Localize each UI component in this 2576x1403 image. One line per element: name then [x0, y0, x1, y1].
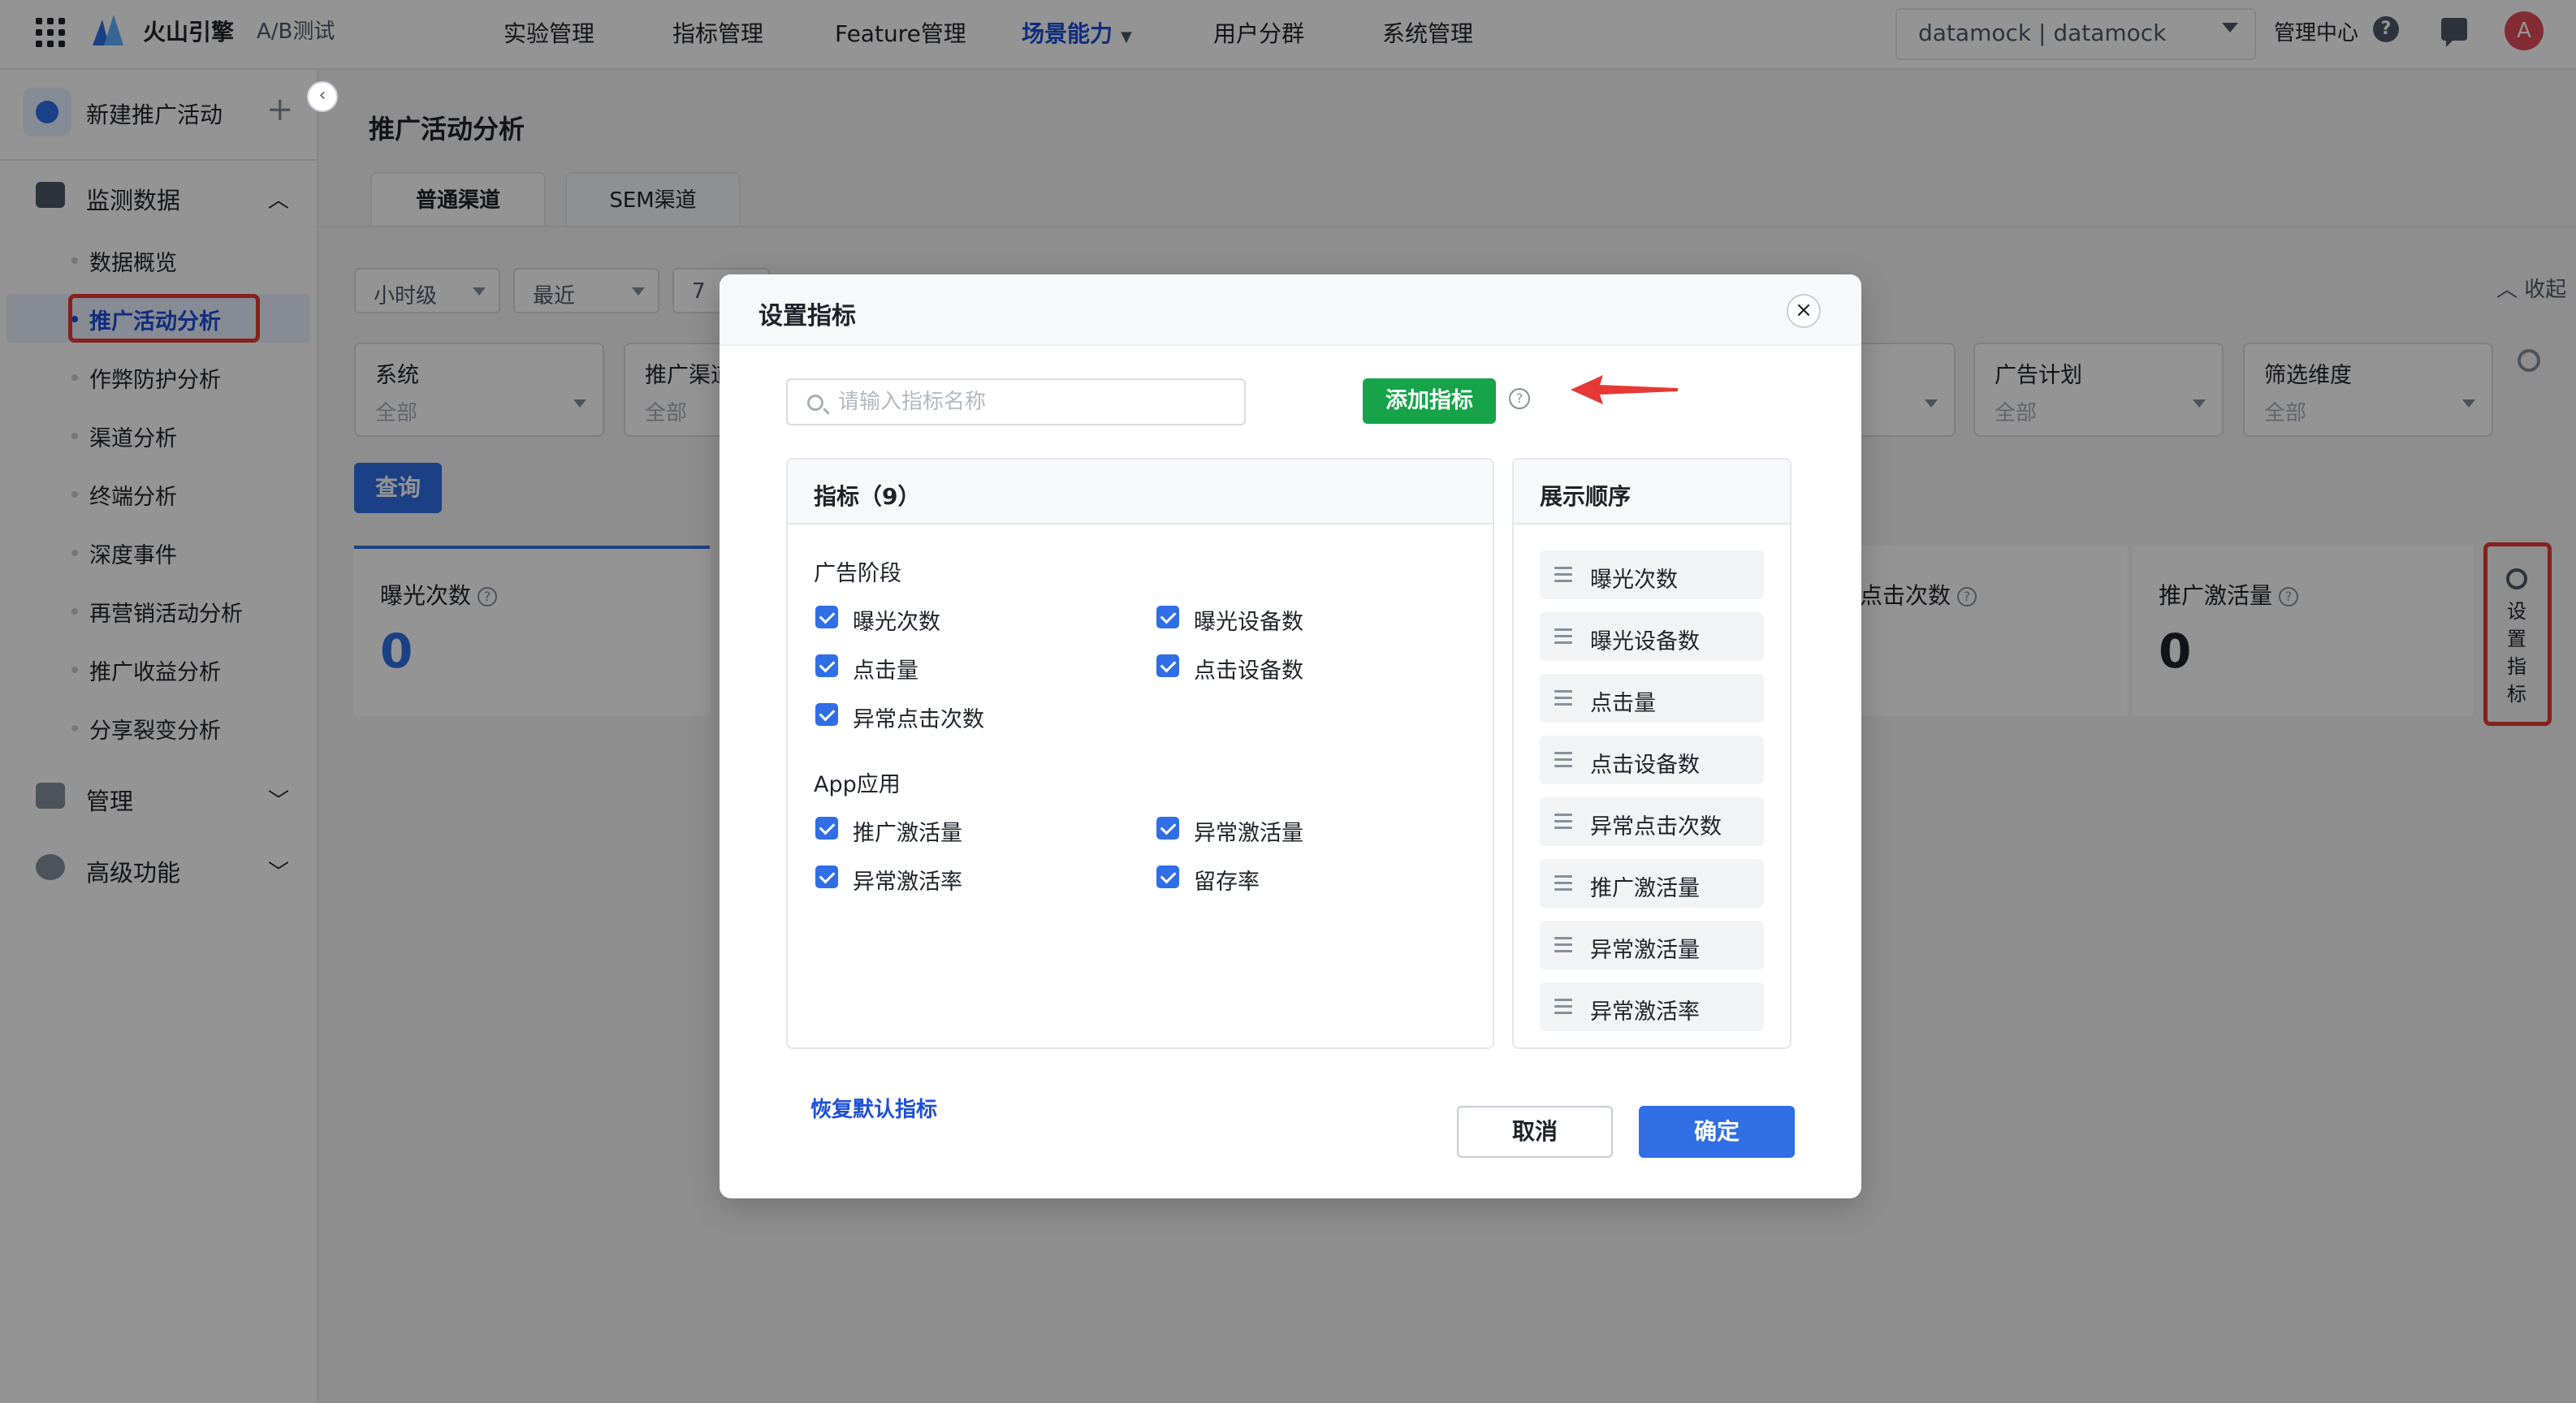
checkbox-checked-icon: [815, 654, 838, 677]
help-icon[interactable]: ?: [1509, 388, 1530, 409]
add-metric-button[interactable]: 添加指标: [1363, 378, 1496, 424]
order-item[interactable]: 曝光次数: [1540, 550, 1764, 599]
checkbox-label: 异常点击次数: [853, 707, 984, 732]
drag-handle-icon[interactable]: [1554, 999, 1572, 1014]
drag-handle-icon[interactable]: [1554, 628, 1572, 644]
sidebar-collapse-button[interactable]: ‹: [307, 81, 338, 112]
drag-handle-icon[interactable]: [1554, 937, 1572, 952]
order-item[interactable]: 点击量: [1540, 674, 1764, 723]
search-icon: [807, 395, 823, 411]
checkbox-label: 曝光设备数: [1194, 610, 1303, 635]
metrics-panel-header: 指标（9）: [788, 460, 1493, 525]
order-label: 点击设备数: [1590, 753, 1700, 778]
metric-search-box[interactable]: [786, 378, 1246, 425]
order-label: 曝光设备数: [1590, 629, 1700, 654]
close-icon[interactable]: ×: [1787, 294, 1821, 328]
dialog-title: 设置指标: [759, 302, 856, 330]
order-label: 曝光次数: [1590, 568, 1678, 593]
order-item[interactable]: 异常点击次数: [1540, 797, 1764, 846]
metrics-panel: 指标（9） 广告阶段 曝光次数 曝光设备数 点击量 点击设备数 异常点击次数 A…: [786, 458, 1494, 1049]
order-item[interactable]: 异常激活量: [1540, 921, 1764, 969]
checkbox-label: 点击设备数: [1194, 658, 1303, 684]
display-order-panel: 展示顺序 曝光次数 曝光设备数 点击量 点击设备数 异常点击次数 推广激活量 异…: [1512, 458, 1792, 1049]
order-label: 异常激活量: [1590, 938, 1700, 963]
checkbox-checked-icon: [815, 703, 838, 726]
checkbox-label: 异常激活量: [1194, 821, 1303, 846]
cancel-button[interactable]: 取消: [1457, 1106, 1613, 1158]
confirm-button[interactable]: 确定: [1639, 1106, 1795, 1158]
red-arrow-icon: [1571, 375, 1678, 404]
checkbox-checked-icon: [1156, 817, 1179, 840]
order-item[interactable]: 推广激活量: [1540, 859, 1764, 908]
drag-handle-icon[interactable]: [1554, 567, 1572, 582]
checkbox-label: 点击量: [853, 658, 918, 684]
checkbox-checked-icon: [1156, 606, 1179, 628]
checkbox-checked-icon: [815, 606, 838, 628]
checkbox-label: 留存率: [1194, 870, 1260, 895]
drag-handle-icon[interactable]: [1554, 875, 1572, 891]
dialog-header: 设置指标 ×: [720, 274, 1861, 346]
order-item[interactable]: 异常激活率: [1540, 982, 1764, 1031]
checkbox-checked-icon: [815, 866, 838, 888]
checkbox-checked-icon: [1156, 654, 1179, 677]
checkbox-label: 异常激活率: [853, 870, 962, 895]
metrics-panel-title: 指标（9）: [814, 483, 921, 510]
group-title: 广告阶段: [814, 561, 901, 586]
set-metrics-dialog: 设置指标 × 添加指标 ? 指标（9） 广告阶段 曝光次数 曝光设备数 点击量 …: [720, 274, 1861, 1198]
order-label: 点击量: [1590, 691, 1656, 716]
order-item[interactable]: 曝光设备数: [1540, 612, 1764, 661]
display-order-title: 展示顺序: [1540, 483, 1632, 510]
order-item[interactable]: 点击设备数: [1540, 736, 1764, 784]
order-label: 异常激活率: [1590, 999, 1700, 1025]
drag-handle-icon[interactable]: [1554, 690, 1572, 706]
display-order-header: 展示顺序: [1514, 460, 1790, 525]
group-title: App应用: [814, 772, 901, 797]
metric-search-input[interactable]: [836, 386, 1226, 417]
checkbox-label: 推广激活量: [853, 821, 962, 846]
drag-handle-icon[interactable]: [1554, 814, 1572, 829]
reset-default-link[interactable]: 恢复默认指标: [810, 1093, 937, 1123]
drag-handle-icon[interactable]: [1554, 752, 1572, 767]
checkbox-checked-icon: [1156, 866, 1179, 888]
checkbox-label: 曝光次数: [853, 610, 940, 635]
checkbox-checked-icon: [815, 817, 838, 840]
order-label: 推广激活量: [1590, 876, 1700, 901]
order-label: 异常点击次数: [1590, 814, 1722, 840]
